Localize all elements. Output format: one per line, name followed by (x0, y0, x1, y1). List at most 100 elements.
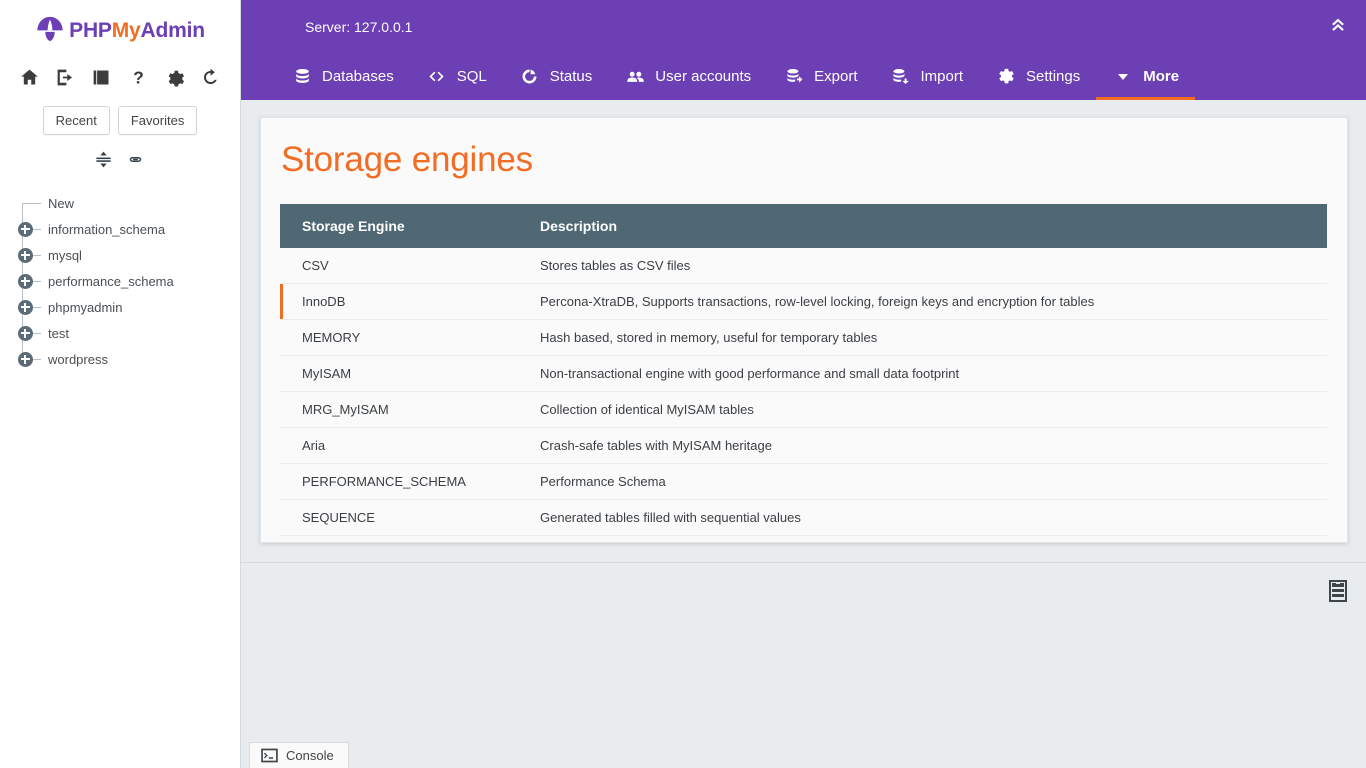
help-icon[interactable]: ? (125, 64, 151, 90)
table-row[interactable]: SEQUENCE Generated tables filled with se… (280, 499, 1327, 536)
logout-icon[interactable] (52, 64, 78, 90)
tree-connector (10, 320, 41, 346)
tree-item[interactable]: performance_schema (10, 268, 240, 294)
recent-button[interactable]: Recent (42, 106, 110, 135)
table-row[interactable]: Aria Crash-safe tables with MyISAM herit… (280, 427, 1327, 464)
content-card: Storage engines Storage Engine Descripti… (260, 117, 1348, 543)
tree-item-label[interactable]: wordpress (40, 352, 108, 367)
cell-description: Collection of identical MyISAM tables (520, 391, 1327, 428)
expand-icon[interactable] (17, 351, 33, 367)
database-tree: New information_schema mysql performance… (0, 190, 240, 372)
tree-connector (10, 242, 41, 268)
table-row[interactable]: InnoDB Percona-XtraDB, Supports transact… (280, 283, 1327, 320)
tab-settings[interactable]: Settings (979, 53, 1096, 100)
tab-label: User accounts (655, 68, 752, 85)
tab-status[interactable]: Status (503, 53, 609, 100)
server-label: Server: 127.0.0.1 (305, 19, 413, 35)
tree-item[interactable]: mysql (10, 242, 240, 268)
terminal-icon (260, 747, 278, 765)
cell-description: Generated tables filled with sequential … (520, 499, 1327, 536)
top-navigation-bar: Server: 127.0.0.1 Databases SQL Status U… (241, 0, 1366, 100)
tab-more[interactable]: More (1096, 53, 1195, 100)
logo-php-text: PHP (69, 19, 112, 42)
tree-item[interactable]: wordpress (10, 346, 240, 372)
main-content-area: Storage engines Storage Engine Descripti… (241, 100, 1366, 562)
tab-label: More (1143, 68, 1180, 85)
tree-item[interactable]: test (10, 320, 240, 346)
table-row[interactable]: PERFORMANCE_SCHEMA Performance Schema (280, 463, 1327, 500)
page-title: Storage engines (281, 140, 533, 179)
cell-engine[interactable]: MyISAM (280, 355, 520, 392)
tree-item[interactable]: information_schema (10, 216, 240, 242)
column-header-engine: Storage Engine (280, 204, 520, 248)
gear-icon[interactable] (162, 64, 188, 90)
phpmyadmin-logo-icon (35, 14, 65, 49)
tree-item-label[interactable]: performance_schema (40, 274, 174, 289)
gear-icon (995, 66, 1017, 88)
table-row[interactable]: CSV Stores tables as CSV files (280, 248, 1327, 284)
expand-icon[interactable] (17, 325, 33, 341)
export-icon (783, 66, 805, 88)
expand-icon[interactable] (17, 221, 33, 237)
tree-connector (10, 294, 41, 320)
table-row[interactable]: MRG_MyISAM Collection of identical MyISA… (280, 391, 1327, 428)
cell-description: Percona-XtraDB, Supports transactions, r… (520, 283, 1327, 320)
favorites-button[interactable]: Favorites (117, 106, 198, 135)
table-body: CSV Stores tables as CSV files InnoDB Pe… (280, 248, 1327, 536)
sidebar-icon-bar: ? (0, 56, 240, 98)
cell-engine[interactable]: CSV (280, 248, 520, 284)
link-panels-icon[interactable] (125, 149, 146, 175)
tree-item-label[interactable]: phpmyadmin (40, 300, 122, 315)
expand-icon[interactable] (17, 247, 33, 263)
cell-engine[interactable]: SEQUENCE (280, 499, 520, 536)
expand-icon[interactable] (17, 273, 33, 289)
logo-admin-text: Admin (140, 19, 206, 42)
phpmyadmin-logo[interactable]: PHPMyAdmin (0, 0, 240, 56)
expand-icon[interactable] (17, 299, 33, 315)
tree-item-label[interactable]: mysql (40, 248, 82, 263)
tree-item-label[interactable]: test (40, 326, 69, 341)
tree-item[interactable]: phpmyadmin (10, 294, 240, 320)
server-icon[interactable] (1326, 577, 1350, 605)
double-chevron-up-icon[interactable] (1324, 10, 1352, 38)
cell-engine[interactable]: Aria (280, 427, 520, 464)
tab-databases[interactable]: Databases (275, 53, 410, 100)
reload-icon[interactable] (198, 64, 224, 90)
tree-item-label[interactable]: information_schema (40, 222, 165, 237)
table-row[interactable]: MEMORY Hash based, stored in memory, use… (280, 319, 1327, 356)
cell-description: Crash-safe tables with MyISAM heritage (520, 427, 1327, 464)
documentation-icon[interactable] (89, 64, 115, 90)
navigation-sidebar: PHPMyAdmin ? Recent Favorites New inform… (0, 0, 241, 768)
cell-engine[interactable]: MRG_MyISAM (280, 391, 520, 428)
tab-sql[interactable]: SQL (410, 53, 503, 100)
tree-connector (10, 190, 41, 216)
tab-import[interactable]: Import (874, 53, 980, 100)
tab-label: Databases (322, 68, 394, 85)
cell-description: Hash based, stored in memory, useful for… (520, 319, 1327, 356)
cell-description: Stores tables as CSV files (520, 248, 1327, 284)
cell-description: Non-transactional engine with good perfo… (520, 355, 1327, 392)
cell-engine[interactable]: MEMORY (280, 319, 520, 356)
table-row[interactable]: MyISAM Non-transactional engine with goo… (280, 355, 1327, 392)
tree-item-label[interactable]: New (40, 196, 74, 211)
console-label: Console (286, 748, 334, 763)
table-header: Storage Engine Description (280, 204, 1327, 248)
tree-item[interactable]: New (10, 190, 240, 216)
code-brackets-icon (426, 66, 448, 88)
collapse-all-icon[interactable] (94, 150, 113, 174)
tab-export[interactable]: Export (767, 53, 873, 100)
users-icon (624, 66, 646, 88)
logo-my-text: My (111, 19, 141, 42)
console-toggle[interactable]: Console (249, 742, 349, 768)
column-header-description: Description (520, 204, 1327, 248)
home-icon[interactable] (16, 64, 42, 90)
cell-engine[interactable]: PERFORMANCE_SCHEMA (280, 463, 520, 500)
cell-engine[interactable]: InnoDB (280, 283, 520, 320)
tree-connector (10, 268, 41, 294)
caret-down-icon (1112, 66, 1134, 88)
tab-user-accounts[interactable]: User accounts (608, 53, 767, 100)
cell-description: Performance Schema (520, 463, 1327, 500)
tab-label: Import (920, 68, 964, 85)
table-header-row: Storage Engine Description (280, 204, 1327, 248)
nav-tabs: Databases SQL Status User accounts Expor… (275, 53, 1195, 100)
